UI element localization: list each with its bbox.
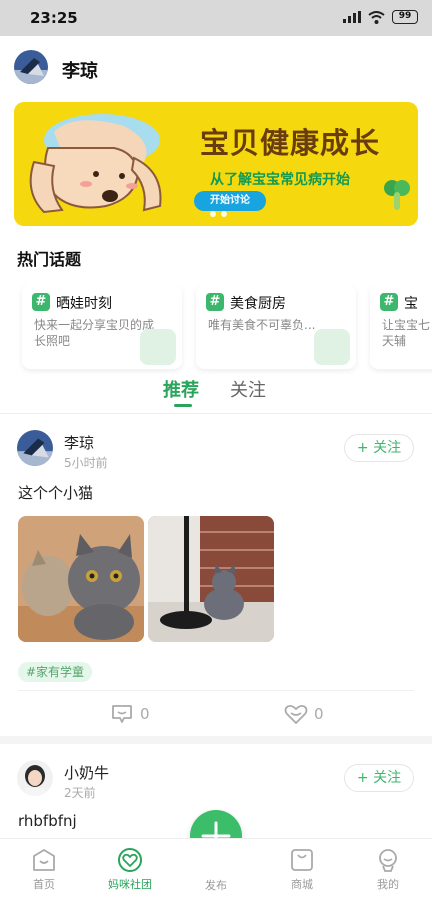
profile-header: 李琼: [0, 36, 432, 98]
nav-item-home[interactable]: 首页: [14, 847, 74, 892]
comment-icon: [112, 705, 132, 723]
signal-icon: [343, 11, 361, 23]
nav-label: 发布: [205, 879, 227, 892]
hashtag-icon: #: [380, 293, 398, 311]
feed-post: 李琼 5小时前 + 关注 这个个小猫 #家有学童 0 0: [0, 430, 432, 740]
follow-button[interactable]: + 关注: [344, 764, 414, 792]
hashtag-icon: #: [206, 293, 224, 311]
post-tag[interactable]: #家有学童: [18, 662, 93, 682]
topic-decoration: [140, 329, 176, 365]
post-text: 这个个小猫: [18, 484, 94, 502]
topic-desc: 让宝宝七天辅: [382, 318, 431, 348]
topic-name: 晒娃时刻: [56, 296, 112, 312]
topic-card[interactable]: # 美食厨房 唯有美食不可辜负...: [196, 285, 356, 369]
heart-icon: [284, 704, 308, 724]
profile-icon: [379, 849, 397, 872]
heart-chat-icon: [118, 848, 142, 872]
status-icons: 99: [343, 10, 418, 24]
nav-item-mall[interactable]: 商城: [272, 847, 332, 892]
promo-banner[interactable]: 宝贝健康成长 从了解宝宝常见病开始 开始讨论: [14, 102, 418, 226]
hot-topics-title: 热门话题: [17, 250, 82, 269]
post-text: rhbfbfnj: [18, 812, 77, 830]
nav-label: 我的: [377, 878, 399, 891]
comment-action[interactable]: 0: [110, 703, 150, 725]
pagination-dot: [221, 211, 227, 217]
post-timestamp: 5小时前: [64, 456, 108, 470]
nav-item-publish[interactable]: 发布: [186, 877, 246, 893]
comment-count: 0: [140, 705, 150, 723]
nav-item-profile[interactable]: 我的: [358, 847, 418, 892]
pagination-dot: [210, 211, 216, 217]
post-photo[interactable]: [148, 516, 274, 642]
home-icon: [33, 849, 55, 871]
banner-subtitle: 从了解宝宝常见病开始: [210, 172, 350, 188]
banner-pagination: [210, 211, 227, 217]
nav-label: 妈咪社团: [108, 878, 152, 891]
avatar[interactable]: [14, 50, 48, 84]
status-bar: 23:25 99: [0, 0, 432, 36]
broccoli-icon: [384, 180, 410, 210]
like-action[interactable]: 0: [284, 703, 324, 725]
bottom-nav: 首页 妈咪社团 发布 商城 我的: [0, 838, 432, 900]
tab-recommended[interactable]: 推荐: [163, 376, 199, 402]
topic-name: 美食厨房: [230, 296, 286, 312]
follow-button[interactable]: + 关注: [344, 434, 414, 462]
avatar[interactable]: [17, 430, 53, 466]
wifi-icon: [368, 10, 385, 24]
hot-topics-carousel[interactable]: # 晒娃时刻 快来一起分享宝贝的成长照吧 # 美食厨房 唯有美食不可辜负... …: [0, 285, 432, 375]
topic-name: 宝: [404, 296, 418, 312]
nav-label: 首页: [33, 878, 55, 891]
post-separator: [0, 736, 432, 744]
baby-illustration: [29, 114, 162, 214]
nav-item-community[interactable]: 妈咪社团: [100, 847, 160, 892]
topic-card[interactable]: # 宝 让宝宝七天辅: [370, 285, 432, 369]
post-username[interactable]: 李琼: [64, 432, 94, 453]
bag-icon: [291, 849, 313, 871]
topic-decoration: [314, 329, 350, 365]
status-time: 23:25: [30, 9, 78, 27]
hashtag-icon: #: [32, 293, 50, 311]
tab-following[interactable]: 关注: [230, 376, 266, 402]
topic-card[interactable]: # 晒娃时刻 快来一起分享宝贝的成长照吧: [22, 285, 182, 369]
divider: [18, 690, 414, 691]
tab-underline: [174, 404, 192, 407]
banner-cta-button[interactable]: 开始讨论: [194, 191, 266, 211]
avatar[interactable]: [17, 760, 53, 796]
post-timestamp: 2天前: [64, 786, 96, 800]
banner-title: 宝贝健康成长: [200, 126, 381, 160]
like-count: 0: [314, 705, 324, 723]
battery-indicator: 99: [392, 10, 418, 24]
header-username: 李琼: [62, 61, 98, 82]
post-photo[interactable]: [18, 516, 144, 642]
post-username[interactable]: 小奶牛: [64, 762, 109, 783]
feed-tabs: 推荐 关注: [0, 374, 432, 414]
nav-label: 商城: [291, 878, 313, 891]
